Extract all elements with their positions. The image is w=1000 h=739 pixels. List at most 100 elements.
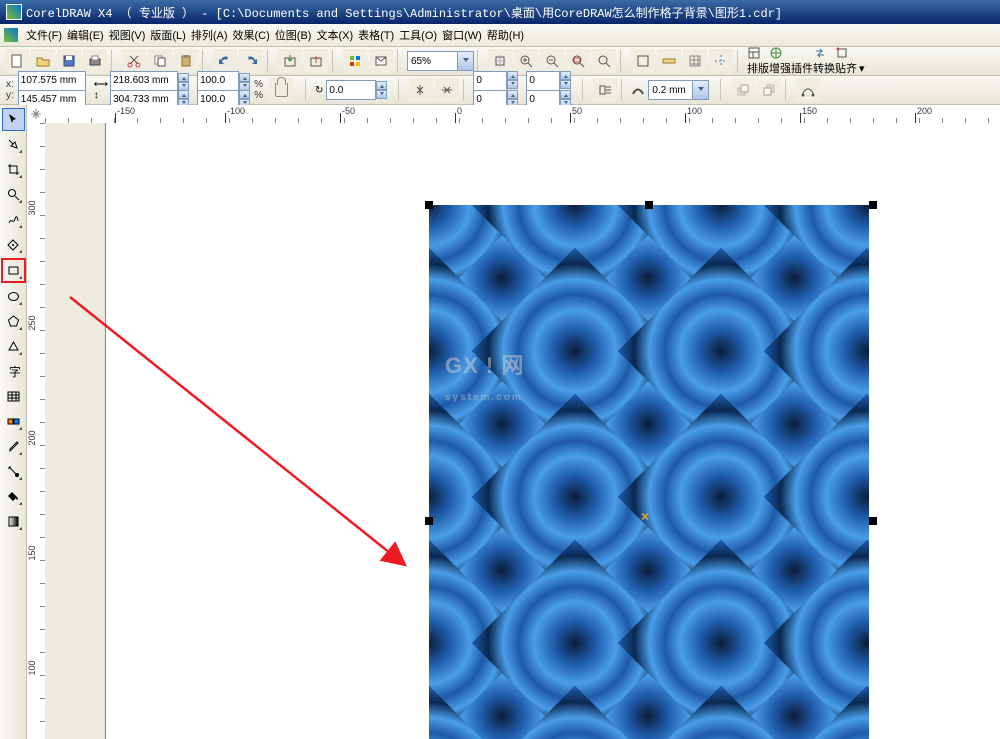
ruler-vertical[interactable]: 300250200150100 [27, 123, 46, 739]
menu-window[interactable]: 窗口(W) [440, 25, 484, 45]
new-button[interactable] [5, 49, 29, 73]
chevron-down-icon[interactable] [457, 52, 473, 70]
table-tool[interactable] [2, 385, 25, 408]
snap-button[interactable] [488, 49, 512, 73]
fullscreen-button[interactable] [631, 49, 655, 73]
menubar: 文件(F) 编辑(E) 视图(V) 版面(L) 排列(A) 效果(C) 位图(B… [0, 24, 1000, 47]
undo-button[interactable] [213, 49, 237, 73]
scale-x[interactable]: 100.0 [200, 75, 225, 86]
polygon-tool[interactable] [2, 310, 25, 333]
menu-file[interactable]: 文件(F) [24, 25, 64, 45]
menu-bitmaps[interactable]: 位图(B) [273, 25, 314, 45]
size-spinner[interactable] [178, 73, 189, 91]
smart-fill-tool[interactable] [2, 233, 25, 256]
import-button[interactable] [278, 49, 302, 73]
window-title: CorelDRAW X4 （ 专业版 ） - [C:\Documents and… [26, 4, 782, 21]
menu-view[interactable]: 视图(V) [107, 25, 148, 45]
interactive-fill-tool[interactable] [2, 510, 25, 533]
handle-tl[interactable] [425, 201, 433, 209]
zoom-value: 65% [411, 56, 431, 67]
menu-tools[interactable]: 工具(O) [397, 25, 439, 45]
width-icon: ⟷ [94, 79, 108, 90]
menu-table[interactable]: 表格(T) [356, 25, 396, 45]
zoom-combo[interactable]: 65% [407, 51, 474, 71]
selected-object[interactable] [429, 205, 869, 739]
chevron-down-icon[interactable] [692, 81, 708, 99]
convert-curves-button[interactable] [796, 78, 820, 102]
rulers-button[interactable] [657, 49, 681, 73]
outline-width-combo[interactable]: 0.2 mm [648, 80, 709, 100]
redo-button[interactable] [239, 49, 263, 73]
welcome-button[interactable] [369, 49, 393, 73]
handle-mr[interactable] [869, 517, 877, 525]
eyedropper-tool[interactable] [2, 435, 25, 458]
to-front-button[interactable] [731, 78, 755, 102]
x-label: x: [6, 79, 14, 90]
freehand-tool[interactable] [2, 208, 25, 231]
fill-tool[interactable] [2, 485, 25, 508]
zoom-out-button[interactable] [540, 49, 564, 73]
menu-arrange[interactable]: 排列(A) [189, 25, 230, 45]
convert-icon [813, 46, 835, 60]
handle-tr[interactable] [869, 201, 877, 209]
layout-icon [747, 46, 769, 60]
height-icon: ↕ [94, 90, 108, 101]
cut-button[interactable] [122, 49, 146, 73]
app-launcher-button[interactable] [343, 49, 367, 73]
zoom-tool[interactable] [2, 183, 25, 206]
basic-shapes-tool[interactable] [2, 335, 25, 358]
ruler-horizontal[interactable]: -150-100-50050100150200250 [45, 105, 1000, 124]
obj-height[interactable]: 304.733 mm [113, 94, 169, 105]
text-tool[interactable]: 字 [2, 360, 25, 383]
outline-tool[interactable] [2, 460, 25, 483]
pick-tool[interactable] [2, 108, 25, 131]
center-marker: ✕ [640, 511, 649, 524]
guidelines-button[interactable] [709, 49, 733, 73]
copy-button[interactable] [148, 49, 172, 73]
lock-ratio-button[interactable] [269, 78, 293, 102]
open-button[interactable] [31, 49, 55, 73]
canvas[interactable]: ✕ GX ! 网system.com [45, 123, 1000, 739]
toolbox: 字 [0, 105, 27, 739]
rectangle-tool[interactable] [1, 258, 26, 283]
save-button[interactable] [57, 49, 81, 73]
app-icon [6, 4, 22, 20]
layout-button[interactable]: 排版 [747, 46, 769, 76]
export-button[interactable] [304, 49, 328, 73]
shape-tool[interactable] [2, 133, 25, 156]
y-pos[interactable]: 145.457 mm [21, 94, 77, 105]
crop-tool[interactable] [2, 158, 25, 181]
scale-y[interactable]: 100.0 [200, 94, 225, 105]
ellipse-tool[interactable] [2, 285, 25, 308]
menu-text[interactable]: 文本(X) [314, 25, 355, 45]
snap-to-button[interactable]: 贴齐▾ [835, 46, 865, 76]
convert-button[interactable]: 转换 [813, 46, 835, 76]
svg-text:字: 字 [9, 365, 20, 378]
mirror-v-button[interactable] [435, 78, 459, 102]
rotate-icon: ↻ [315, 85, 323, 96]
menu-help[interactable]: 帮助(H) [485, 25, 526, 45]
menu-layout[interactable]: 版面(L) [148, 25, 187, 45]
menu-edit[interactable]: 编辑(E) [65, 25, 106, 45]
menu-effects[interactable]: 效果(C) [231, 25, 272, 45]
obj-width[interactable]: 218.603 mm [113, 75, 169, 86]
paste-button[interactable] [174, 49, 198, 73]
x-pos[interactable]: 107.575 mm [21, 75, 77, 86]
zoom-in-button[interactable] [514, 49, 538, 73]
zoom-fit-button[interactable] [566, 49, 590, 73]
grid-button[interactable] [683, 49, 707, 73]
zoom-page-button[interactable] [592, 49, 616, 73]
handle-ml[interactable] [425, 517, 433, 525]
print-button[interactable] [83, 49, 107, 73]
y-label: y: [6, 90, 14, 101]
interactive-tool[interactable] [2, 410, 25, 433]
to-back-button[interactable] [757, 78, 781, 102]
handle-tm[interactable] [645, 201, 653, 209]
wrap-text-button[interactable] [593, 78, 617, 102]
canvas-area: -150-100-50050100150200250 3002502001501… [27, 105, 1000, 739]
property-bar: x: y: 107.575 mm 145.457 mm ⟷ ↕ 218.603 … [0, 76, 1000, 105]
mirror-h-button[interactable] [409, 78, 433, 102]
ruler-origin[interactable] [27, 105, 46, 124]
plugin-button[interactable]: 增强插件 [769, 46, 813, 76]
rotation-angle[interactable]: 0.0 [329, 85, 343, 96]
